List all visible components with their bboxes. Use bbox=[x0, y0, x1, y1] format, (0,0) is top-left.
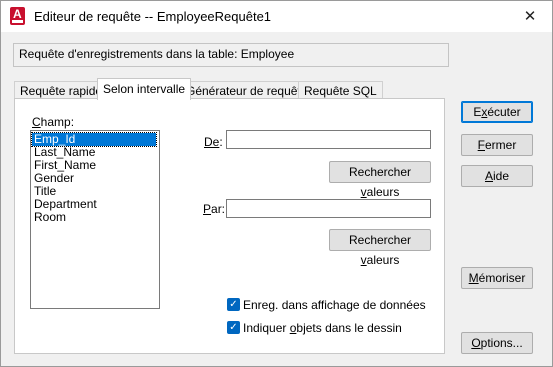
autocad-app-icon: A bbox=[10, 7, 25, 25]
field-label: Champ: bbox=[32, 115, 75, 129]
title-bar: A Editeur de requête -- EmployeeRequête1… bbox=[1, 1, 552, 32]
store-in-datagrid-label: Enreg. dans affichage de données bbox=[243, 298, 426, 312]
show-objects-in-drawing-label: Indiquer objets dans le dessin bbox=[243, 321, 402, 335]
close-button[interactable]: Fermer bbox=[461, 134, 533, 156]
field-listbox[interactable]: Emp_Id Last_Name First_Name Gender Title… bbox=[30, 130, 160, 309]
check-icon: ✓ bbox=[229, 299, 238, 310]
tab-label: Générateur de requête bbox=[186, 84, 308, 98]
to-label: Par: bbox=[203, 202, 226, 216]
tab-label: Requête rapide bbox=[20, 84, 103, 98]
tab-label: Selon intervalle bbox=[103, 82, 186, 96]
tab-label: Requête SQL bbox=[304, 84, 377, 98]
show-objects-in-drawing-checkbox[interactable]: ✓ bbox=[227, 321, 240, 334]
query-editor-window: A Editeur de requête -- EmployeeRequête1… bbox=[0, 0, 553, 367]
store-in-datagrid-checkbox[interactable]: ✓ bbox=[227, 298, 240, 311]
store-query-button[interactable]: Mémoriser bbox=[461, 267, 533, 289]
window-title: Editeur de requête -- EmployeeRequête1 bbox=[34, 9, 272, 24]
close-window-button[interactable]: ✕ bbox=[508, 1, 552, 32]
lookup-values-from-button[interactable]: Rechercher valeurs bbox=[329, 161, 431, 199]
tab-range-query[interactable]: Selon intervalle bbox=[97, 78, 192, 100]
options-button[interactable]: Options... bbox=[461, 332, 533, 354]
table-info-text: Requête d'enregistrements dans la table:… bbox=[19, 47, 295, 61]
from-value-input[interactable] bbox=[226, 130, 431, 149]
lookup-values-to-button[interactable]: Rechercher valeurs bbox=[329, 229, 431, 267]
close-icon: ✕ bbox=[523, 8, 537, 25]
execute-button[interactable]: Exécuter bbox=[461, 101, 533, 123]
to-value-input[interactable] bbox=[226, 199, 431, 218]
check-icon: ✓ bbox=[229, 322, 238, 333]
table-info-box: Requête d'enregistrements dans la table:… bbox=[13, 43, 449, 67]
from-label: De: bbox=[204, 135, 223, 149]
help-button[interactable]: Aide bbox=[461, 165, 533, 187]
list-item[interactable]: Room bbox=[34, 211, 66, 224]
